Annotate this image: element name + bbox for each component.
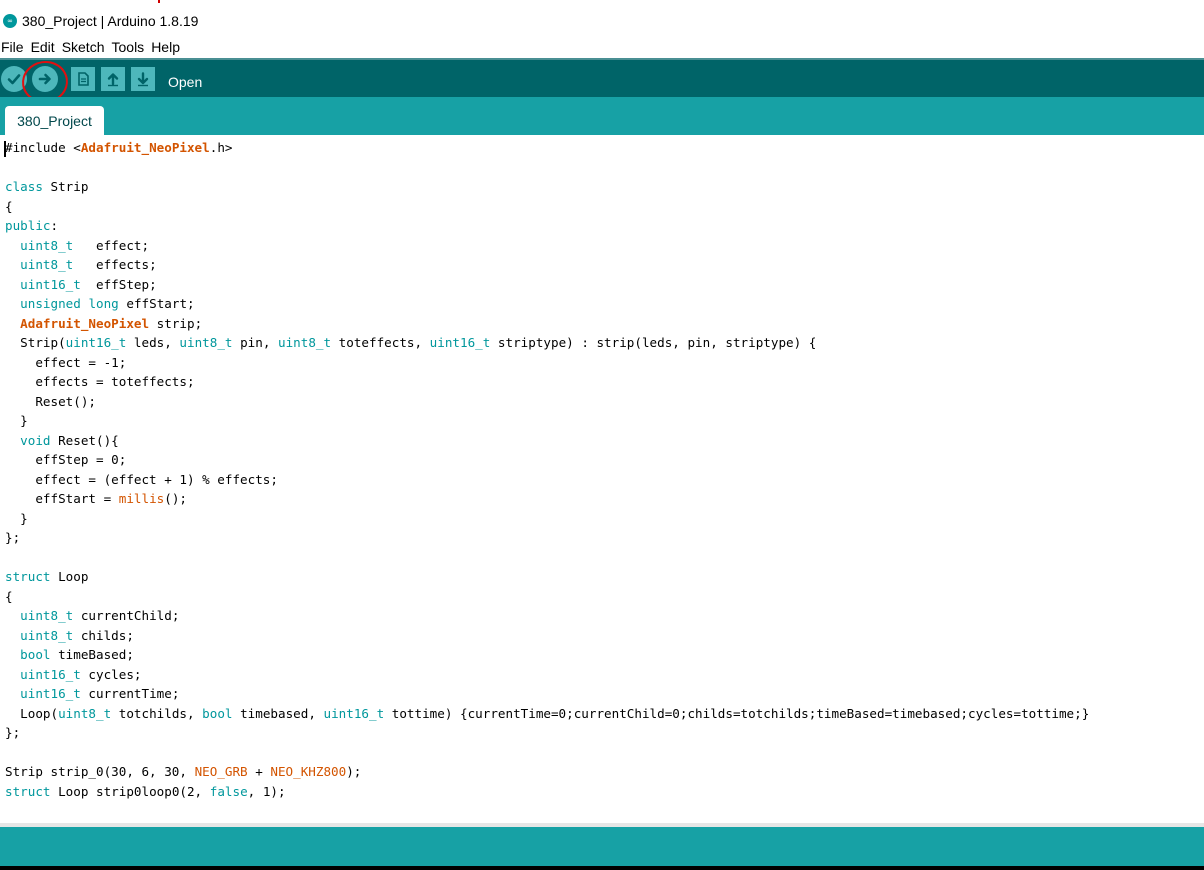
code-editor[interactable]: #include <Adafruit_NeoPixel.h>class Stri… — [0, 135, 1204, 823]
arduino-logo-icon: ∞ — [3, 14, 17, 28]
code-line: { — [5, 198, 13, 214]
code-line: Reset(); — [5, 393, 96, 409]
code-line: }; — [5, 725, 21, 740]
code-line: Strip(uint16_t leds, uint8_t pin, uint8_… — [5, 335, 817, 350]
code-line: uint8_t effects; — [20, 257, 157, 272]
menu-sketch[interactable]: Sketch — [59, 39, 109, 55]
menu-tools[interactable]: Tools — [109, 39, 149, 55]
code-line: effStart = millis(); — [5, 491, 187, 506]
code-line: Adafruit_NeoPixel strip; — [20, 315, 203, 331]
code-line: effect = -1; — [5, 354, 127, 370]
title-bar: ∞ 380_Project | Arduino 1.8.19 — [0, 0, 1204, 40]
code-line: struct Loop — [5, 569, 89, 584]
arrow-down-icon — [137, 72, 149, 87]
console-area — [0, 866, 1204, 870]
code-line: void Reset(){ — [20, 432, 119, 448]
code-line: effects = toteffects; — [5, 374, 195, 389]
code-line: }; — [5, 530, 21, 545]
code-line: public: — [5, 218, 59, 233]
code-line: uint8_t childs; — [20, 627, 134, 643]
code-line: uint16_t currentTime; — [20, 686, 180, 701]
code-line: bool timeBased; — [20, 647, 134, 662]
code-line: { — [5, 588, 13, 604]
menu-help[interactable]: Help — [148, 39, 184, 55]
menu-bar: File Edit Sketch Tools Help — [0, 37, 1204, 57]
code-line: class Strip — [5, 179, 89, 194]
upload-button[interactable] — [32, 66, 58, 92]
red-annotation-mark — [158, 0, 160, 3]
arrow-right-icon — [38, 73, 51, 85]
verify-button[interactable] — [1, 66, 27, 92]
code-line: Strip strip_0(30, 6, 30, NEO_GRB + NEO_K… — [5, 764, 362, 779]
code-line: uint16_t cycles; — [20, 666, 142, 682]
save-button[interactable] — [131, 67, 155, 91]
code-line: uint8_t effect; — [20, 237, 150, 253]
code-line: #include <Adafruit_NeoPixel.h> — [5, 140, 233, 155]
toolbar-status-label: Open — [168, 74, 203, 90]
window-title: 380_Project | Arduino 1.8.19 — [22, 13, 199, 29]
tab-strip: 380_Project — [0, 97, 1204, 135]
code-line: effStep = 0; — [5, 452, 127, 467]
code-line: unsigned long effStart; — [20, 296, 195, 311]
code-line: uint8_t currentChild; — [20, 608, 180, 623]
menu-file[interactable]: File — [0, 39, 28, 55]
check-icon — [7, 74, 21, 85]
code-line: struct Loop strip0loop0(2, false, 1); — [5, 783, 286, 799]
code-line: Loop(uint8_t totchilds, bool timebased, … — [5, 705, 1090, 721]
tab-380-project[interactable]: 380_Project — [5, 106, 104, 135]
code-line: uint16_t effStep; — [20, 276, 157, 292]
new-button[interactable] — [71, 67, 95, 91]
code-line: effect = (effect + 1) % effects; — [5, 471, 278, 487]
arrow-up-icon — [107, 73, 119, 87]
new-file-icon — [78, 72, 89, 86]
open-button[interactable] — [101, 67, 125, 91]
status-bar — [0, 827, 1204, 866]
toolbar: Open — [0, 58, 1204, 97]
code-line: } — [5, 510, 28, 526]
menu-edit[interactable]: Edit — [28, 39, 59, 55]
code-line: } — [5, 413, 28, 428]
